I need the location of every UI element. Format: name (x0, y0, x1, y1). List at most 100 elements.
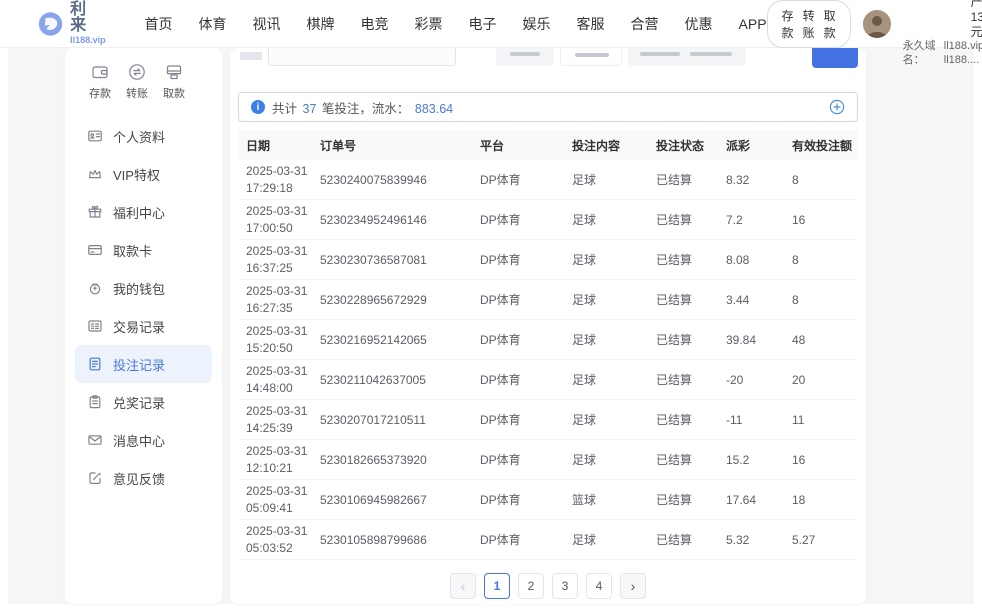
nav-item[interactable]: 彩票 (415, 14, 443, 34)
deposit-icon (90, 62, 110, 82)
user-info: anxin3399 总资产：1363.49元 永久域名： ll188.vip |… (903, 0, 982, 67)
cell-bet-status: 已结算 (648, 171, 718, 188)
plus-circle-icon[interactable] (829, 99, 845, 115)
cell-date: 2025-03-3117:00:50 (238, 203, 312, 235)
nav-item[interactable]: 电竞 (361, 14, 389, 34)
pagination: ‹ 1234 › (230, 573, 866, 599)
sidebar-item-vip[interactable]: VIP特权 (75, 155, 212, 193)
sidebar-item-feedback[interactable]: 意见反馈 (75, 459, 212, 497)
cell-valid-bet: 16 (784, 213, 858, 227)
avatar[interactable] (863, 10, 891, 38)
cell-order-number: 5230182665373920 (312, 453, 472, 467)
summary-bar: i 共计 37 笔投注，流水： 883.64 (238, 92, 858, 122)
header-deposit-button[interactable]: 存款 (782, 7, 794, 41)
cell-order-number: 5230211042637005 (312, 373, 472, 387)
sidebar-item-transactions[interactable]: 交易记录 (75, 307, 212, 345)
domain-value: ll188.vip | ll188.... (944, 40, 982, 68)
cell-payout: 8.32 (718, 173, 784, 187)
header-transfer-button[interactable]: 转账 (803, 7, 815, 41)
nav-item[interactable]: 首页 (145, 14, 173, 34)
next-page-button[interactable]: › (620, 573, 646, 599)
envelope-icon (87, 432, 103, 448)
table-row: 2025-03-3116:37:25 5230230736587081 DP体育… (238, 240, 858, 280)
table-row: 2025-03-3117:29:18 5230240075839946 DP体育… (238, 160, 858, 200)
quick-action-withdraw[interactable]: 取款 (163, 62, 185, 101)
sidebar-item-bet-records[interactable]: 投注记录 (75, 345, 212, 383)
table-row: 2025-03-3112:10:21 5230182665373920 DP体育… (238, 440, 858, 480)
date-range-input[interactable] (268, 48, 456, 66)
cell-valid-bet: 8 (784, 253, 858, 267)
table-row: 2025-03-3116:27:35 5230228965672929 DP体育… (238, 280, 858, 320)
nav-item[interactable]: 体育 (199, 14, 227, 34)
filter-label-placeholder (240, 52, 262, 60)
assets: 总资产：1363.49元 (971, 0, 982, 40)
quick-action-transfer[interactable]: 转账 (126, 62, 148, 101)
table-row: 2025-03-3115:20:50 5230216952142065 DP体育… (238, 320, 858, 360)
cell-bet-content: 足球 (564, 331, 648, 348)
turnover-value: 883.64 (415, 102, 453, 116)
sidebar-item-wallet[interactable]: 我的钱包 (75, 269, 212, 307)
filter-option-2[interactable] (560, 48, 622, 66)
cell-payout: 17.64 (718, 493, 784, 507)
cell-bet-content: 足球 (564, 251, 648, 268)
cell-order-number: 5230216952142065 (312, 333, 472, 347)
table-header: 日期 订单号 平台 投注内容 投注状态 派彩 有效投注额 (238, 130, 858, 160)
nav-item[interactable]: APP (739, 16, 767, 32)
sidebar-item-withdraw-card[interactable]: 取款卡 (75, 231, 212, 269)
cell-date: 2025-03-3116:27:35 (238, 283, 312, 315)
cell-order-number: 5230105898799686 (312, 533, 472, 547)
cell-bet-status: 已结算 (648, 251, 718, 268)
cell-bet-content: 篮球 (564, 491, 648, 508)
sidebar-item-prize-records[interactable]: 兑奖记录 (75, 383, 212, 421)
bank-card-icon (87, 242, 103, 258)
id-card-icon (87, 128, 103, 144)
quick-action-deposit[interactable]: 存款 (89, 62, 111, 101)
cell-bet-content: 足球 (564, 531, 648, 548)
sidebar-item-welfare[interactable]: 福利中心 (75, 193, 212, 231)
domain-label: 永久域名： (903, 40, 941, 68)
info-icon: i (251, 100, 265, 114)
filter-option-3[interactable] (628, 48, 746, 66)
cell-bet-content: 足球 (564, 291, 648, 308)
cell-order-number: 5230234952496146 (312, 213, 472, 227)
nav-item[interactable]: 优惠 (685, 14, 713, 34)
sidebar-item-messages[interactable]: 消息中心 (75, 421, 212, 459)
brand-domain: ll188.vip (70, 36, 110, 45)
cell-bet-content: 足球 (564, 371, 648, 388)
table-row: 2025-03-3105:09:41 5230106945982667 DP体育… (238, 480, 858, 520)
table-row: 2025-03-3117:00:50 5230234952496146 DP体育… (238, 200, 858, 240)
prev-page-button[interactable]: ‹ (450, 573, 476, 599)
col-order: 订单号 (312, 137, 472, 154)
page-button[interactable]: 4 (586, 573, 612, 599)
cell-bet-content: 足球 (564, 411, 648, 428)
nav-item[interactable]: 棋牌 (307, 14, 335, 34)
sidebar-item-profile[interactable]: 个人资料 (75, 117, 212, 155)
brand-logo[interactable]: 利 来 ll188.vip (38, 2, 111, 45)
header-right: 存款 转账 取款 anxin3399 总资产：1363.49元 永久域名： ll… (767, 0, 982, 67)
cell-platform: DP体育 (472, 411, 564, 428)
filter-option-1[interactable] (496, 48, 554, 66)
cell-platform: DP体育 (472, 491, 564, 508)
cell-order-number: 5230230736587081 (312, 253, 472, 267)
cell-payout: 5.32 (718, 533, 784, 547)
avatar-silhouette-icon (863, 10, 891, 38)
cell-date: 2025-03-3114:48:00 (238, 363, 312, 395)
page-button[interactable]: 2 (518, 573, 544, 599)
cell-payout: -20 (718, 373, 784, 387)
header-withdraw-button[interactable]: 取款 (824, 7, 836, 41)
nav-item[interactable]: 娱乐 (523, 14, 551, 34)
page-button[interactable]: 1 (484, 573, 510, 599)
brand-logo-icon (38, 9, 63, 39)
cell-valid-bet: 11 (784, 413, 858, 427)
nav-item[interactable]: 视讯 (253, 14, 281, 34)
nav-item[interactable]: 客服 (577, 14, 605, 34)
cell-bet-status: 已结算 (648, 371, 718, 388)
page-button[interactable]: 3 (552, 573, 578, 599)
col-status: 投注状态 (648, 137, 718, 154)
cell-valid-bet: 5.27 (784, 533, 858, 547)
brand-name: 利 来 (70, 2, 110, 34)
nav-item[interactable]: 合营 (631, 14, 659, 34)
cell-payout: 15.2 (718, 453, 784, 467)
nav-item[interactable]: 电子 (469, 14, 497, 34)
cell-valid-bet: 18 (784, 493, 858, 507)
